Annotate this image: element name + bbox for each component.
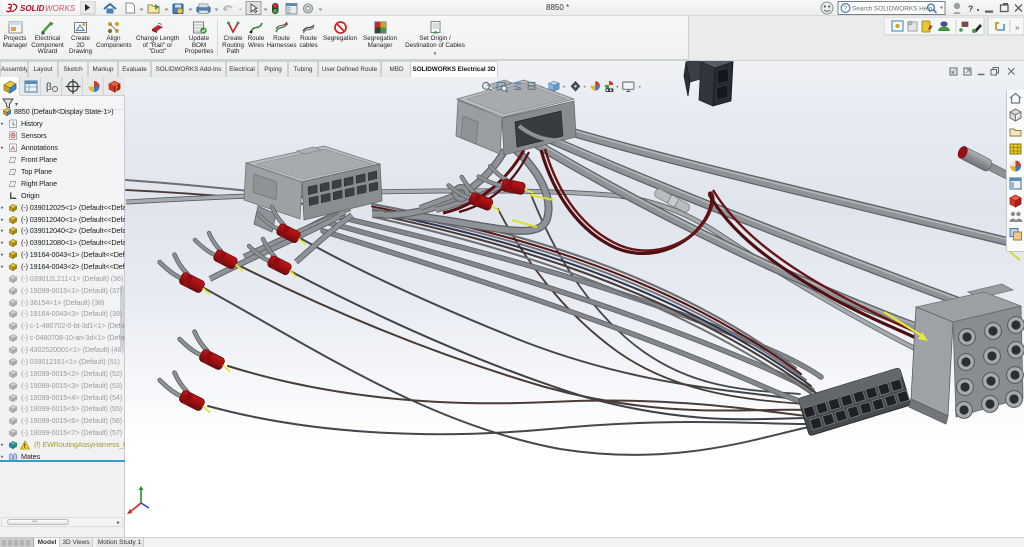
svg-text:?: ? (843, 6, 847, 13)
svg-text:▾: ▾ (15, 102, 18, 108)
svg-text:WORKS: WORKS (45, 4, 76, 13)
svg-text:Search SOLIDWORKS Help: Search SOLIDWORKS Help (852, 5, 933, 12)
svg-text:ƒ: ƒ (115, 86, 118, 92)
svg-text:β: β (46, 82, 52, 93)
svg-text:SOLID: SOLID (20, 4, 45, 13)
svg-text:?: ? (968, 4, 973, 14)
svg-text:»: » (1015, 23, 1020, 32)
